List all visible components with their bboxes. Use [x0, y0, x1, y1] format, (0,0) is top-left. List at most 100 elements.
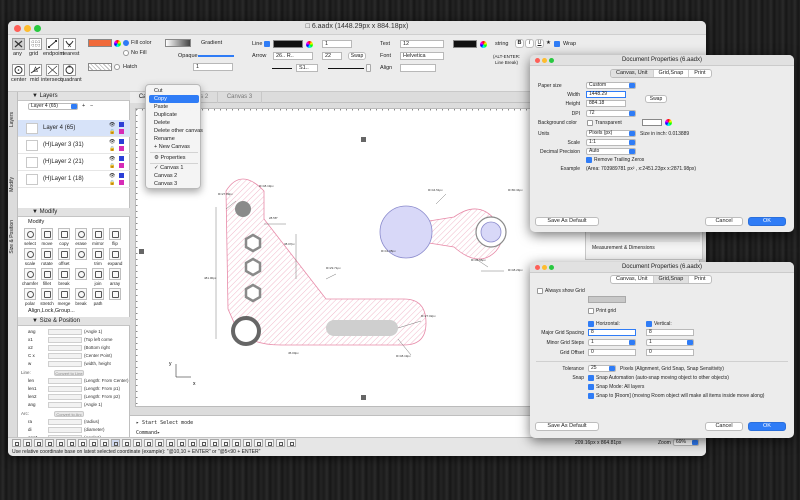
bottom-tool-button[interactable]	[144, 439, 153, 447]
bottom-tool-button[interactable]	[78, 439, 87, 447]
eye-icon[interactable]: 👁	[109, 122, 115, 128]
tolerance-select[interactable]: 25	[588, 365, 616, 372]
bottom-tool-button[interactable]	[221, 439, 230, 447]
save-as-default-button[interactable]: Save As Default	[535, 217, 599, 226]
layer-color-icon[interactable]	[119, 163, 124, 168]
property-input[interactable]	[48, 329, 82, 335]
snap-nearest-button[interactable]	[63, 38, 76, 50]
grid-color-swatch[interactable]	[588, 296, 626, 303]
modify-tool-button[interactable]	[58, 288, 70, 300]
ok-button[interactable]: OK	[748, 217, 786, 226]
background-color-swatch[interactable]	[642, 119, 662, 126]
height-input[interactable]: 884.18	[586, 100, 626, 107]
tab-grid-snap[interactable]: Grid,Snap	[654, 70, 690, 77]
hex-nut[interactable]	[244, 257, 262, 277]
hatch-radio[interactable]	[114, 64, 120, 70]
layer-color-icon[interactable]	[119, 156, 124, 161]
modify-tool-button[interactable]	[92, 228, 104, 240]
line-checkbox[interactable]	[264, 41, 270, 47]
bottom-tool-button[interactable]	[23, 439, 32, 447]
dialog-minimize-button[interactable]	[542, 265, 547, 270]
modify-tool-button[interactable]	[92, 288, 104, 300]
fill-color-swatch[interactable]	[88, 39, 112, 47]
lock-icon[interactable]: 🔒	[109, 129, 115, 135]
layers-side-tab[interactable]: Layers	[9, 112, 17, 127]
width-input[interactable]: 1448.29	[586, 91, 626, 98]
line-style-stepper[interactable]	[366, 64, 371, 72]
layer-color-icon[interactable]	[119, 122, 124, 127]
tab-print[interactable]: Print	[689, 70, 710, 77]
current-layer-select[interactable]: Layer 4 (65)	[28, 103, 78, 110]
lock-icon[interactable]: 🔒	[109, 146, 115, 152]
bottom-tool-button[interactable]	[133, 439, 142, 447]
property-input[interactable]	[48, 394, 82, 400]
bottom-tool-button[interactable]	[122, 439, 131, 447]
gradient-swatch[interactable]	[165, 39, 191, 47]
dialog-minimize-button[interactable]	[542, 58, 547, 63]
color-wheel-icon[interactable]	[114, 40, 121, 47]
tab-canvas-unit[interactable]: Canvas, Unit	[611, 276, 654, 283]
print-grid-checkbox[interactable]	[588, 308, 594, 314]
bottom-tool-button[interactable]	[177, 439, 186, 447]
menu-item-canvas-1[interactable]: ✓ Canvas 1	[149, 164, 199, 172]
italic-button[interactable]: I	[525, 39, 534, 48]
property-input[interactable]	[48, 337, 82, 343]
modify-tool-button[interactable]	[75, 228, 87, 240]
tab-print[interactable]: Print	[689, 276, 710, 283]
modify-tool-button[interactable]	[41, 288, 53, 300]
dash-field[interactable]: S1..	[296, 64, 318, 72]
snap-mid-button[interactable]	[29, 64, 42, 76]
decimal-precision-select[interactable]: Auto	[586, 148, 636, 155]
snap-quadrant-button[interactable]	[63, 64, 76, 76]
eye-icon[interactable]: 👁	[109, 173, 115, 179]
bottom-tool-button[interactable]	[265, 439, 274, 447]
align-lock-group-link[interactable]: Align,Lock,Group...	[28, 308, 75, 314]
menu-item-canvas-2[interactable]: Canvas 2	[149, 172, 199, 180]
menu-item-properties[interactable]: ⚙ Properties	[149, 154, 199, 162]
layer-color-icon[interactable]	[119, 180, 124, 185]
lock-icon[interactable]: 🔒	[109, 163, 115, 169]
property-input[interactable]	[48, 427, 82, 433]
washer[interactable]	[231, 316, 261, 346]
menu-item-new-canvas[interactable]: + New Canvas	[149, 143, 199, 151]
minor-grid-v-select[interactable]: 1	[646, 339, 694, 346]
modify-tool-button[interactable]	[24, 248, 36, 260]
snap-any-button[interactable]	[12, 38, 25, 50]
measurement-dimensions-label[interactable]: Measurement & Dimensions	[592, 245, 655, 251]
property-input[interactable]	[48, 353, 82, 359]
snap-automation-checkbox[interactable]	[588, 375, 594, 381]
text-size-field[interactable]: 12	[400, 40, 444, 48]
fill-color-radio[interactable]	[123, 40, 129, 46]
bottom-tool-button[interactable]	[287, 439, 296, 447]
line-color-wheel-icon[interactable]	[306, 41, 313, 48]
command-input[interactable]: Command▸	[136, 430, 160, 436]
bottom-tool-button[interactable]	[45, 439, 54, 447]
modify-tool-button[interactable]	[24, 268, 36, 280]
bottom-tool-button[interactable]	[34, 439, 43, 447]
property-input[interactable]	[48, 361, 82, 367]
inner-circle[interactable]	[480, 221, 502, 243]
bottom-tool-button[interactable]	[210, 439, 219, 447]
swap-arrow-button[interactable]: Swap	[348, 52, 366, 60]
property-input[interactable]	[48, 345, 82, 351]
modify-tool-button[interactable]	[109, 228, 121, 240]
modify-tool-button[interactable]	[58, 248, 70, 260]
minor-grid-h-select[interactable]: 1	[588, 339, 636, 346]
line-width-field[interactable]: 1	[322, 40, 352, 48]
snap-intersect-button[interactable]	[46, 64, 59, 76]
tab-canvas-unit[interactable]: Canvas, Unit	[611, 70, 654, 77]
lock-icon[interactable]: 🔒	[109, 180, 115, 186]
tab-canvas-3[interactable]: Canvas 3	[218, 92, 262, 103]
modify-tool-button[interactable]	[41, 228, 53, 240]
modify-tool-button[interactable]	[58, 268, 70, 280]
scale-select[interactable]: 1:1	[586, 139, 636, 146]
modify-side-tab[interactable]: Modify	[9, 177, 17, 192]
hatch-value-field[interactable]: 1	[193, 63, 233, 71]
vertical-checkbox[interactable]	[646, 321, 652, 327]
bottom-tool-button[interactable]	[166, 439, 175, 447]
arrow-size-field[interactable]: 22	[322, 52, 342, 60]
dialog-zoom-button[interactable]	[549, 58, 554, 63]
menu-item-delete-other[interactable]: Delete other canvas	[149, 127, 203, 135]
convert-to-line-button[interactable]: Convert to Line	[54, 370, 84, 376]
layer-color-icon[interactable]	[119, 129, 124, 134]
